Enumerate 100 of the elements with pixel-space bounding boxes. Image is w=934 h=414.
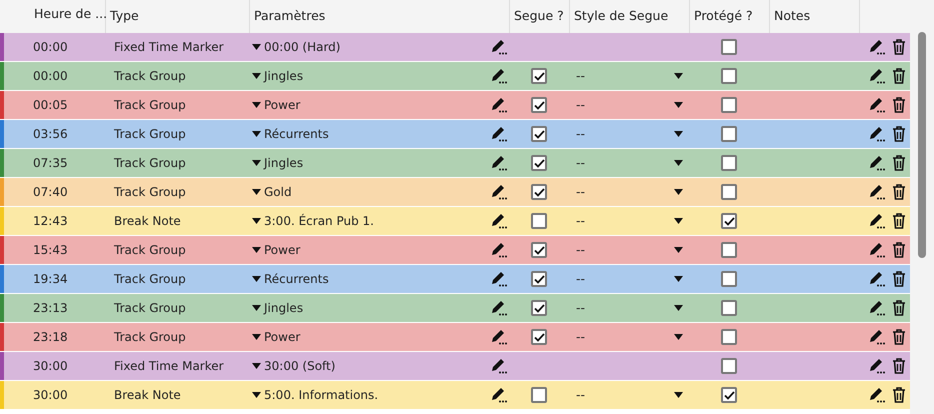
- checkbox[interactable]: [721, 126, 737, 142]
- checkbox[interactable]: [531, 68, 547, 84]
- edit-icon[interactable]: [491, 155, 508, 171]
- checkbox[interactable]: [721, 39, 737, 55]
- dropdown-caret-icon[interactable]: [252, 160, 261, 166]
- edit-icon[interactable]: [491, 271, 508, 287]
- checkbox[interactable]: [721, 271, 737, 287]
- edit-icon[interactable]: [869, 155, 886, 171]
- checkbox[interactable]: [531, 97, 547, 113]
- segue-style-dropdown[interactable]: --: [570, 328, 690, 346]
- segue-style-dropdown[interactable]: --: [570, 386, 690, 404]
- dropdown-caret-icon[interactable]: [252, 363, 261, 369]
- delete-icon[interactable]: [892, 242, 906, 258]
- edit-icon[interactable]: [491, 39, 508, 55]
- edit-icon[interactable]: [869, 358, 886, 374]
- edit-icon[interactable]: [491, 358, 508, 374]
- table-row[interactable]: 00:05 Track Group Power --: [0, 91, 910, 120]
- checkbox[interactable]: [721, 97, 737, 113]
- table-row[interactable]: 03:56 Track Group Récurrents --: [0, 120, 910, 149]
- edit-icon[interactable]: [869, 184, 886, 200]
- delete-icon[interactable]: [892, 39, 906, 55]
- edit-icon[interactable]: [491, 68, 508, 84]
- table-row[interactable]: 23:13 Track Group Jingles --: [0, 294, 910, 323]
- segue-style-dropdown[interactable]: --: [570, 124, 690, 144]
- scrollbar-thumb[interactable]: [918, 32, 926, 258]
- dropdown-caret-icon[interactable]: [252, 102, 261, 108]
- scrollbar[interactable]: [910, 0, 934, 414]
- checkbox[interactable]: [721, 184, 737, 200]
- edit-icon[interactable]: [869, 300, 886, 316]
- delete-icon[interactable]: [892, 126, 906, 142]
- table-row[interactable]: 30:00 Break Note 5:00. Informations. --: [0, 381, 910, 410]
- dropdown-caret-icon[interactable]: [252, 305, 261, 311]
- delete-icon[interactable]: [892, 213, 906, 229]
- checkbox[interactable]: [531, 387, 547, 403]
- dropdown-caret-icon[interactable]: [252, 131, 261, 137]
- edit-icon[interactable]: [491, 242, 508, 258]
- dropdown-caret-icon[interactable]: [252, 276, 261, 282]
- dropdown-caret-icon[interactable]: [252, 247, 261, 253]
- table-row[interactable]: 07:35 Track Group Jingles --: [0, 149, 910, 178]
- dropdown-caret-icon[interactable]: [252, 189, 261, 195]
- edit-icon[interactable]: [491, 329, 508, 345]
- delete-icon[interactable]: [892, 68, 906, 84]
- edit-icon[interactable]: [869, 271, 886, 287]
- table-row[interactable]: 23:18 Track Group Power --: [0, 323, 910, 352]
- dropdown-caret-icon[interactable]: [252, 218, 261, 224]
- edit-icon[interactable]: [491, 213, 508, 229]
- delete-icon[interactable]: [892, 155, 906, 171]
- checkbox[interactable]: [721, 329, 737, 345]
- segue-style-dropdown[interactable]: --: [570, 270, 690, 288]
- segue-style-dropdown[interactable]: --: [570, 96, 690, 114]
- checkbox[interactable]: [531, 213, 547, 229]
- delete-icon[interactable]: [892, 300, 906, 316]
- checkbox[interactable]: [721, 242, 737, 258]
- edit-icon[interactable]: [869, 387, 886, 403]
- segue-style-dropdown[interactable]: --: [570, 182, 690, 202]
- edit-icon[interactable]: [869, 329, 886, 345]
- edit-icon[interactable]: [491, 184, 508, 200]
- checkbox[interactable]: [721, 68, 737, 84]
- checkbox[interactable]: [721, 300, 737, 316]
- segue-style-dropdown[interactable]: --: [570, 298, 690, 318]
- delete-icon[interactable]: [892, 184, 906, 200]
- edit-icon[interactable]: [869, 213, 886, 229]
- checkbox[interactable]: [721, 387, 737, 403]
- checkbox[interactable]: [531, 126, 547, 142]
- delete-icon[interactable]: [892, 358, 906, 374]
- edit-icon[interactable]: [869, 68, 886, 84]
- table-row[interactable]: 00:00 Fixed Time Marker 00:00 (Hard): [0, 33, 910, 62]
- checkbox[interactable]: [721, 155, 737, 171]
- checkbox[interactable]: [531, 271, 547, 287]
- table-row[interactable]: 12:43 Break Note 3:00. Écran Pub 1. --: [0, 207, 910, 236]
- edit-icon[interactable]: [869, 39, 886, 55]
- segue-style-dropdown[interactable]: --: [570, 66, 690, 86]
- dropdown-caret-icon[interactable]: [252, 334, 261, 340]
- dropdown-caret-icon[interactable]: [252, 44, 261, 50]
- table-row[interactable]: 19:34 Track Group Récurrents --: [0, 265, 910, 294]
- table-row[interactable]: 15:43 Track Group Power --: [0, 236, 910, 265]
- edit-icon[interactable]: [869, 242, 886, 258]
- edit-icon[interactable]: [869, 126, 886, 142]
- dropdown-caret-icon[interactable]: [252, 392, 261, 398]
- delete-icon[interactable]: [892, 329, 906, 345]
- table-row[interactable]: 00:00 Track Group Jingles --: [0, 62, 910, 91]
- delete-icon[interactable]: [892, 271, 906, 287]
- checkbox[interactable]: [531, 300, 547, 316]
- edit-icon[interactable]: [869, 97, 886, 113]
- checkbox[interactable]: [721, 358, 737, 374]
- checkbox[interactable]: [531, 155, 547, 171]
- delete-icon[interactable]: [892, 387, 906, 403]
- dropdown-caret-icon[interactable]: [252, 73, 261, 79]
- checkbox[interactable]: [531, 242, 547, 258]
- checkbox[interactable]: [721, 213, 737, 229]
- checkbox[interactable]: [531, 329, 547, 345]
- table-row[interactable]: 30:00 Fixed Time Marker 30:00 (Soft): [0, 352, 910, 381]
- edit-icon[interactable]: [491, 300, 508, 316]
- segue-style-dropdown[interactable]: --: [570, 154, 690, 172]
- table-row[interactable]: 07:40 Track Group Gold --: [0, 178, 910, 207]
- edit-icon[interactable]: [491, 387, 508, 403]
- edit-icon[interactable]: [491, 97, 508, 113]
- segue-style-dropdown[interactable]: --: [570, 240, 690, 260]
- checkbox[interactable]: [531, 184, 547, 200]
- segue-style-dropdown[interactable]: --: [570, 212, 690, 230]
